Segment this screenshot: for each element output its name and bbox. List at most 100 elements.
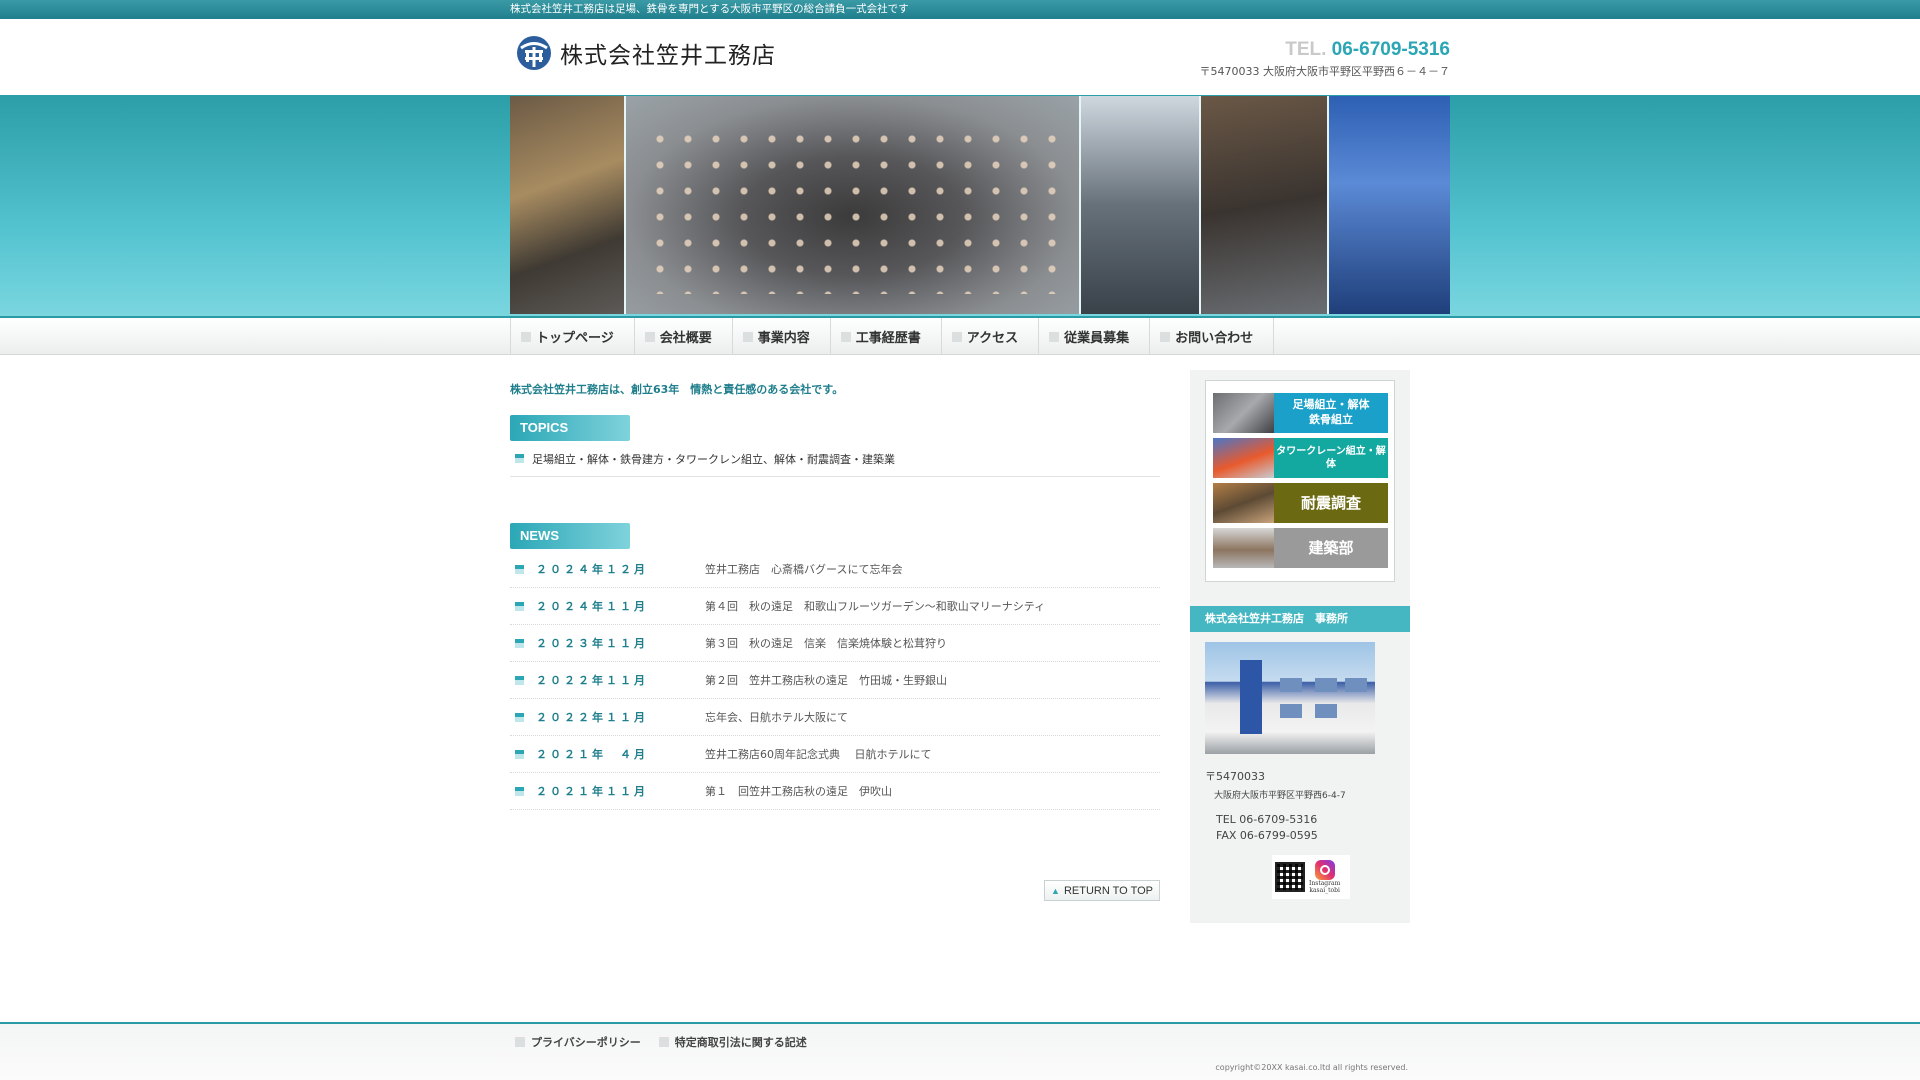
bullet-icon (515, 601, 524, 611)
news-date: ２０２２年１１月 (536, 711, 648, 724)
news-title[interactable]: 第３回 秋の遠足 信楽 信楽焼体験と松茸狩り (705, 635, 947, 651)
footer-square-icon (515, 1037, 525, 1047)
top-strip: 株式会社笠井工務店は足場、鉄骨を専門とする大阪市平野区の総合請負一式会社です (0, 0, 1920, 19)
news-title[interactable]: 笠井工務店 心斎橋バグースにて忘年会 (705, 561, 902, 577)
return-to-top-label: RETURN TO TOP (1063, 884, 1153, 897)
bullet-icon (515, 712, 524, 722)
nav-label: 事業内容 (757, 331, 810, 346)
nav-label: 従業員募集 (1064, 331, 1130, 346)
news-title[interactable]: 第２回 笠井工務店秋の遠足 竹田城・生野銀山 (705, 672, 947, 688)
nav-label: 工事経歴書 (855, 331, 921, 346)
instagram-handle: kasai_tobi (1309, 887, 1340, 894)
banner-label-line1: 足場組立・解体 (1292, 398, 1370, 412)
news-item[interactable]: ２０２２年１１月 第２回 笠井工務店秋の遠足 竹田城・生野銀山 (510, 662, 1160, 699)
news-title[interactable]: 忘年会、日航ホテル大阪にて (705, 709, 848, 725)
banner-label: 建築部 (1308, 538, 1354, 557)
news-list: ２０２４年１２月 笠井工務店 心斎橋バグースにて忘年会 ２０２４年１１月 第４回… (510, 551, 1160, 810)
topics-text: 足場組立・解体・鉄骨建方・タワークレン組立、解体・耐震調査・建築業 (532, 452, 895, 466)
company-logo-icon (517, 36, 551, 70)
topics-heading: TOPICS (510, 415, 630, 441)
office-heading: 株式会社笠井工務店 事務所 (1190, 606, 1410, 632)
nav-item-company[interactable]: 会社概要 (635, 318, 733, 355)
sidebar: 足場組立・解体 鉄骨組立 タワークレーン組立・解体 耐震調査 建築部 株式会社笠井… (1190, 370, 1410, 923)
site-header: 株式会社笠井工務店 TEL. 06-6709-5316 〒5470033 大阪府… (510, 19, 1450, 95)
footer-link-privacy[interactable]: プライバシーポリシー (515, 1034, 641, 1050)
footer-link-commerce-law[interactable]: 特定商取引法に関する記述 (658, 1034, 807, 1050)
news-title[interactable]: 第４回 秋の遠足 和歌山フルーツガーデン～和歌山マリーナシティ (705, 598, 1045, 614)
banner-construction-dept[interactable]: 建築部 (1213, 528, 1388, 568)
footer-link-label: プライバシーポリシー (531, 1036, 641, 1049)
bullet-icon (515, 454, 524, 463)
banner-tower-crane[interactable]: タワークレーン組立・解体 (1213, 438, 1388, 478)
nav-item-access[interactable]: アクセス (942, 318, 1040, 355)
news-item[interactable]: ２０２４年１１月 第４回 秋の遠足 和歌山フルーツガーデン～和歌山マリーナシティ (510, 588, 1160, 625)
nav-square-icon (521, 331, 531, 342)
office-postal: 〒5470033 (1205, 770, 1265, 783)
footer-square-icon (658, 1037, 669, 1047)
nav-square-icon (951, 331, 962, 342)
main-content: 株式会社笠井工務店は、創立63年 情熱と責任感のある会社です。 TOPICS 足… (510, 369, 1160, 901)
news-item[interactable]: ２０２１年１１月 第１ 回笠井工務店秋の遠足 伊吹山 (510, 773, 1160, 810)
nav-square-icon (1160, 331, 1171, 342)
company-logo[interactable]: 株式会社笠井工務店 (516, 35, 776, 71)
site-footer: プライバシーポリシー 特定商取引法に関する記述 copyright©20XX k… (0, 1022, 1920, 1080)
hero-photo-worksite (510, 96, 626, 314)
nav-square-icon (840, 331, 851, 342)
nav-item-works[interactable]: 工事経歴書 (831, 318, 942, 355)
news-date: ２０２１年 ４月 (536, 748, 648, 761)
news-date: ２０２２年１１月 (536, 674, 648, 687)
banner-tower-crane-image (1213, 438, 1274, 478)
news-date: ２０２１年１１月 (536, 785, 648, 798)
banner-label-line2: 鉄骨組立 (1309, 413, 1353, 426)
hero-photo-crane (1081, 96, 1201, 314)
office-photo (1205, 642, 1375, 754)
nav-label: 会社概要 (659, 331, 712, 346)
office-fax: FAX 06-6799-0595 (1216, 829, 1318, 842)
qr-code-icon (1275, 862, 1305, 892)
return-to-top-button[interactable]: ▲ RETURN TO TOP (1044, 880, 1160, 901)
copyright: copyright©20XX kasai.co.ltd all rights r… (1215, 1063, 1408, 1072)
instagram-icon (1314, 860, 1335, 880)
office-address: 大阪府大阪市平野区平野西6-4-7 (1214, 791, 1346, 801)
banner-construction-image (1213, 528, 1274, 568)
bullet-icon (515, 786, 524, 796)
instagram-qr[interactable]: Instagram kasai_tobi (1272, 855, 1350, 899)
banner-scaffolding[interactable]: 足場組立・解体 鉄骨組立 (1213, 393, 1388, 433)
nav-square-icon (742, 331, 753, 342)
bullet-icon (515, 749, 524, 759)
bullet-icon (515, 675, 524, 685)
nav-square-icon (1049, 331, 1060, 342)
top-strip-text: 株式会社笠井工務店は足場、鉄骨を専門とする大阪市平野区の総合請負一式会社です (510, 3, 909, 15)
banner-seismic-survey[interactable]: 耐震調査 (1213, 483, 1388, 523)
nav-item-recruit[interactable]: 従業員募集 (1039, 318, 1151, 355)
news-title[interactable]: 第１ 回笠井工務店秋の遠足 伊吹山 (705, 783, 892, 799)
hero-photo-worker (1201, 96, 1329, 314)
nav-item-contact[interactable]: お問い合わせ (1150, 318, 1275, 355)
news-date: ２０２４年１２月 (536, 563, 648, 576)
banner-scaffolding-image (1213, 393, 1274, 433)
tel-number[interactable]: 06-6709-5316 (1332, 39, 1450, 60)
news-title[interactable]: 笠井工務店60周年記念式典 日航ホテルにて (705, 746, 932, 762)
bullet-icon (515, 638, 524, 648)
news-item[interactable]: ２０２１年 ４月 笠井工務店60周年記念式典 日航ホテルにて (510, 736, 1160, 773)
office-tel[interactable]: TEL 06-6709-5316 (1205, 813, 1346, 826)
news-item[interactable]: ２０２３年１１月 第３回 秋の遠足 信楽 信楽焼体験と松茸狩り (510, 625, 1160, 662)
banner-label: タワークレーン組立・解体 (1276, 445, 1386, 471)
hero-photo-strip (510, 96, 1450, 314)
nav-item-business[interactable]: 事業内容 (733, 318, 831, 355)
office-info: 〒5470033 大阪府大阪市平野区平野西6-4-7 TEL 06-6709-5… (1205, 768, 1346, 842)
footer-link-label: 特定商取引法に関する記述 (674, 1036, 807, 1049)
news-date: ２０２４年１１月 (536, 600, 648, 613)
news-item[interactable]: ２０２４年１２月 笠井工務店 心斎橋バグースにて忘年会 (510, 551, 1160, 588)
nav-item-top[interactable]: トップページ (511, 318, 635, 355)
company-tagline: 株式会社笠井工務店は、創立63年 情熱と責任感のある会社です。 (510, 383, 844, 396)
footer-links: プライバシーポリシー 特定商取引法に関する記述 (515, 1034, 807, 1050)
news-item[interactable]: ２０２２年１１月 忘年会、日航ホテル大阪にて (510, 699, 1160, 736)
nav-square-icon (644, 331, 655, 342)
hero-photo-tower (1329, 96, 1450, 314)
topics-item: 足場組立・解体・鉄骨建方・タワークレン組立、解体・耐震調査・建築業 (510, 441, 1160, 477)
nav-label: アクセス (966, 331, 1019, 346)
hero-banner (0, 95, 1920, 316)
news-date: ２０２３年１１月 (536, 637, 648, 650)
company-name: 株式会社笠井工務店 (560, 43, 776, 69)
